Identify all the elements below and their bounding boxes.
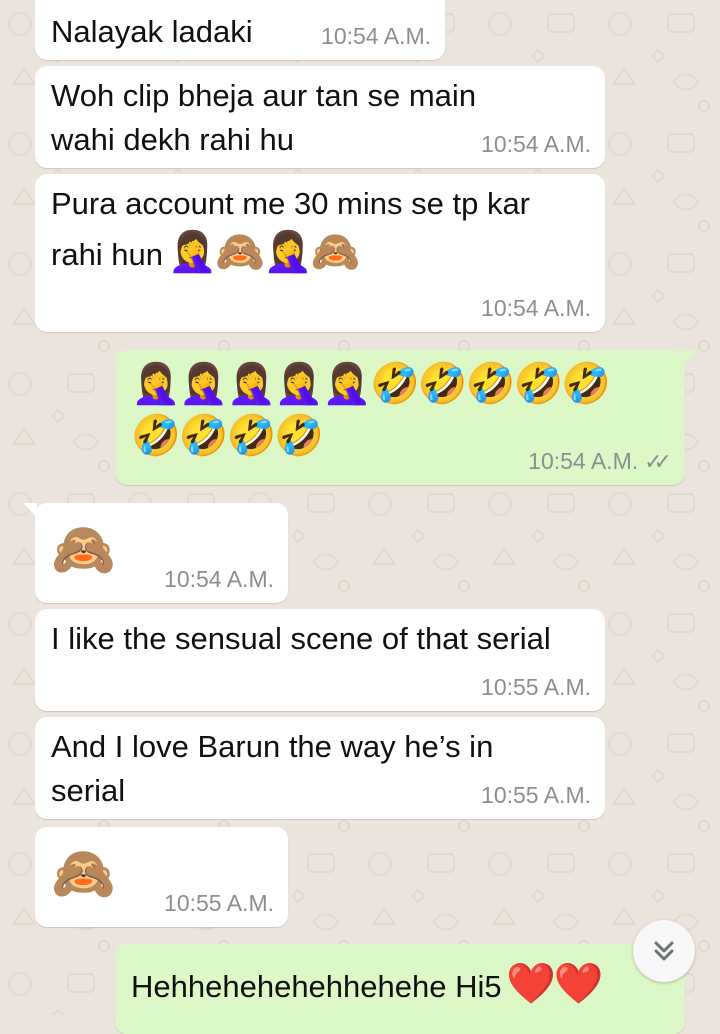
incoming-message[interactable]: 🙈 10:55 A.M. [35, 827, 288, 927]
message-time: 10:54 A.M. [321, 23, 431, 49]
message-text: Woh clip bheja aur tan se main wahi dekh… [51, 78, 485, 157]
message-time: 10:54 A.M. [481, 131, 591, 157]
emoji-group: ❤️❤️ [506, 961, 604, 1007]
message-meta: 10:55 A.M. [481, 674, 591, 701]
message-meta: 10:54 A.M. [164, 566, 274, 593]
message-time: 10:55 A.M. [164, 890, 274, 916]
scroll-to-bottom-button[interactable] [633, 920, 695, 982]
incoming-message[interactable]: Pura account me 30 mins se tp kar rahi h… [35, 174, 605, 332]
bubble-tail [23, 503, 37, 517]
outgoing-message[interactable]: Hehhehehehehhehehe Hi5 ❤️❤️ [115, 944, 697, 1034]
message-meta: 10:54 A.M. [481, 295, 591, 322]
incoming-message[interactable]: Nalayak ladaki 10:54 A.M. [35, 0, 445, 60]
message-time: 10:54 A.M. [164, 566, 274, 592]
chevron-double-down-icon [654, 941, 674, 961]
double-check-icon: ✓✓ [644, 448, 672, 474]
message-text: I like the sensual scene of that serial [51, 621, 551, 656]
message-time: 10:54 A.M. [528, 448, 639, 474]
incoming-message[interactable]: 🙈 10:54 A.M. [23, 503, 288, 603]
emoji-line: 🤦‍♀️🤦‍♀️🤦‍♀️🤦‍♀️🤦‍♀️🤣🤣🤣🤣🤣 [131, 361, 611, 407]
message-meta: 10:55 A.M. [481, 782, 591, 809]
message-time: 10:55 A.M. [481, 674, 591, 700]
outgoing-message[interactable]: 🤦‍♀️🤦‍♀️🤦‍♀️🤦‍♀️🤦‍♀️🤣🤣🤣🤣🤣 🤣🤣🤣🤣 10:54 A.M… [115, 350, 697, 485]
bubble-tail [683, 350, 697, 364]
message-time: 10:54 A.M. [481, 295, 591, 321]
message-meta: 10:54 A.M. [481, 131, 591, 158]
incoming-message[interactable]: I like the sensual scene of that serial … [35, 609, 605, 711]
message-text: Hehhehehehehhehehe Hi5 [131, 969, 502, 1004]
message-text: And I love Barun the way he’s in serial [51, 729, 502, 808]
emoji-group: 🤦‍♀️🙈🤦‍♀️🙈 [167, 229, 360, 275]
message-meta: 10:55 A.M. [164, 890, 274, 917]
message-meta: 10:54 A.M. [321, 23, 431, 50]
message-meta: 10:54 A.M. ✓✓ [528, 448, 672, 475]
incoming-message[interactable]: And I love Barun the way he’s in serial … [35, 717, 605, 819]
message-time: 10:55 A.M. [481, 782, 591, 808]
incoming-message[interactable]: Woh clip bheja aur tan se main wahi dekh… [35, 66, 605, 168]
